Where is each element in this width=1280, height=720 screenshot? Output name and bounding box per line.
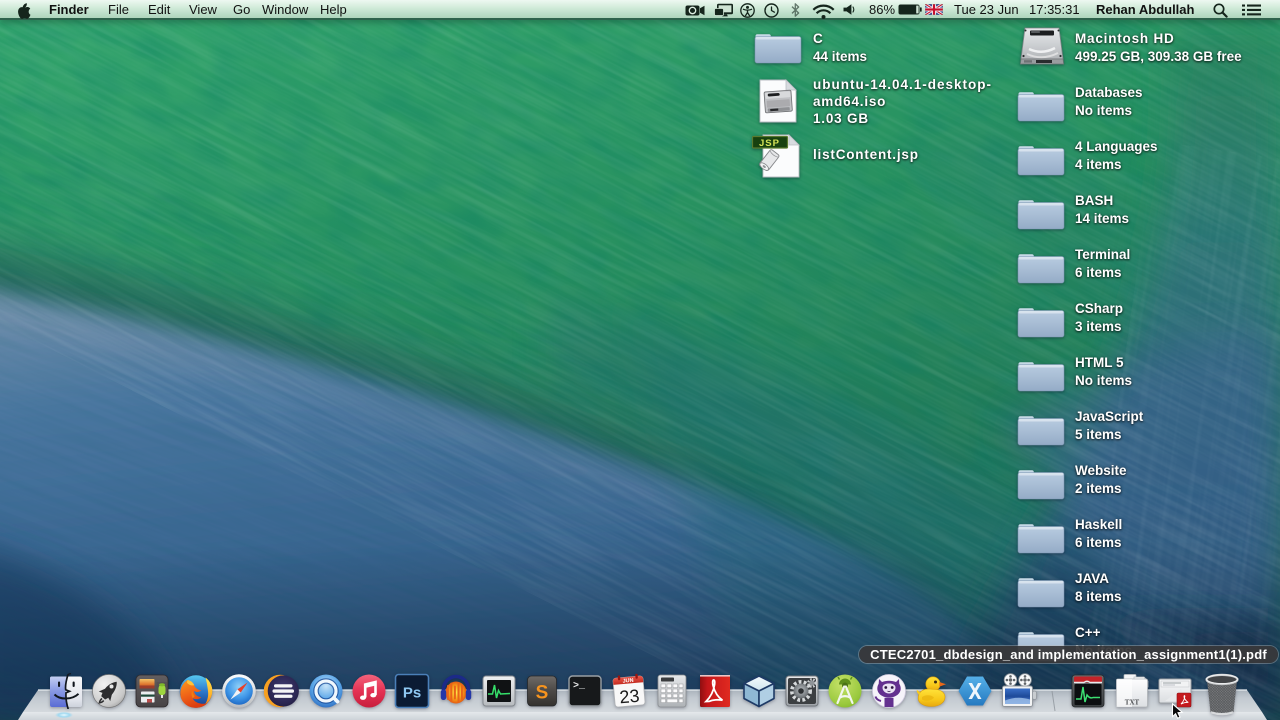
svg-text:Ps: Ps xyxy=(403,685,421,702)
svg-text:S: S xyxy=(536,683,549,704)
svg-text:JUN: JUN xyxy=(622,678,634,685)
svg-text:>_: >_ xyxy=(573,681,586,692)
svg-text:23: 23 xyxy=(619,686,641,708)
svg-text:TXT: TXT xyxy=(1125,699,1140,707)
